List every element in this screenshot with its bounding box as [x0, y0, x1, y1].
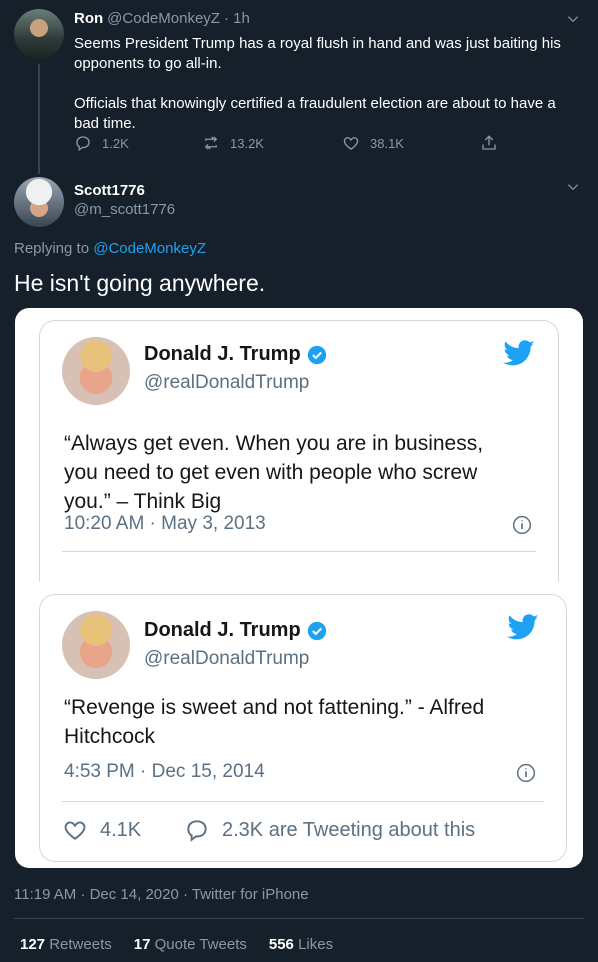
- divider: [14, 918, 584, 919]
- chevron-down-icon[interactable]: [566, 180, 580, 194]
- embedded-author-name: Donald J. Trump: [144, 343, 327, 366]
- reply-button[interactable]: 1.2K: [74, 134, 129, 152]
- embedded-author-handle: @realDonaldTrump: [144, 648, 310, 669]
- replying-to: Replying to @CodeMonkeyZ: [14, 240, 206, 257]
- quote-tweets-link[interactable]: 17 Quote Tweets: [134, 936, 247, 953]
- twitter-bird-icon: [502, 340, 535, 366]
- like-count: 4.1K: [100, 818, 142, 841]
- text-line: opponents to go all-in.: [74, 55, 222, 72]
- retweet-count: 13.2K: [230, 135, 264, 151]
- author-handle[interactable]: @CodeMonkeyZ: [107, 10, 220, 27]
- verified-badge-icon: [307, 621, 326, 640]
- likes-number: 556: [268, 936, 294, 953]
- quotes-label: Quote Tweets: [154, 936, 247, 953]
- embedded-tweet-card: Donald J. Trump @realDonaldTrump “Always…: [39, 320, 559, 582]
- heart-icon: [64, 821, 86, 840]
- avatar[interactable]: [14, 9, 64, 59]
- divider: [62, 801, 544, 802]
- embedded-tweet-text: “Always get even. When you are in busine…: [64, 429, 544, 516]
- embedded-tweet-time: 4:53 PM · Dec 15, 2014: [64, 761, 265, 782]
- share-icon: [482, 135, 496, 150]
- like-count: 38.1K: [370, 135, 404, 151]
- author-name[interactable]: Ron: [74, 10, 103, 27]
- thread-line: [38, 64, 40, 174]
- tweet-timestamp[interactable]: 11:19 AM · Dec 14, 2020 · Twitter for iP…: [14, 886, 309, 903]
- verified-badge-icon: [307, 345, 326, 364]
- avatar[interactable]: [14, 177, 64, 227]
- twitter-bird-icon: [506, 614, 539, 640]
- text-line: “Always get even. When you are in busine…: [64, 432, 484, 455]
- heart-icon: [343, 137, 359, 150]
- reply-icon: [76, 136, 90, 152]
- tweeting-count: 2.3K are Tweeting about this: [222, 818, 476, 841]
- author-handle[interactable]: @m_scott1776: [74, 201, 175, 218]
- avatar: [62, 337, 130, 405]
- info-icon: [512, 515, 532, 535]
- likes-label: Likes: [298, 936, 334, 953]
- text-line: “Revenge is sweet and not fattening.” - …: [64, 696, 485, 719]
- text-line: you need to get even with people who scr…: [64, 461, 478, 484]
- reply-count: 1.2K: [102, 135, 129, 151]
- text-line: Officials that knowingly certified a fra…: [74, 95, 556, 112]
- chevron-down-icon[interactable]: [566, 12, 580, 26]
- embedded-like-stat: 4.1K: [62, 817, 141, 843]
- parent-tweet-text: Seems President Trump has a royal flush …: [74, 34, 574, 134]
- engagement-counts: 127 Retweets 17 Quote Tweets 556 Likes: [20, 936, 333, 953]
- avatar: [62, 611, 130, 679]
- name-text: Donald J. Trump: [144, 343, 301, 365]
- info-icon: [516, 763, 536, 783]
- tweet-text: He isn't going anywhere.: [14, 270, 266, 296]
- embedded-tweet-card: Donald J. Trump @realDonaldTrump “Reveng…: [39, 594, 567, 862]
- embedded-tweet-text: “Revenge is sweet and not fattening.” - …: [64, 693, 554, 751]
- retweets-count-link[interactable]: 127 Retweets: [20, 936, 112, 953]
- embedded-author-name: Donald J. Trump: [144, 619, 327, 642]
- parent-tweet-header: Ron @CodeMonkeyZ · 1h: [74, 10, 250, 27]
- retweet-icon: [204, 136, 218, 150]
- likes-count-link[interactable]: 556 Likes: [269, 936, 333, 953]
- text-line: Seems President Trump has a royal flush …: [74, 35, 561, 52]
- reply-author: Scott1776 @m_scott1776: [74, 182, 175, 218]
- divider: [62, 551, 536, 552]
- text-line: bad time.: [74, 115, 136, 132]
- embedded-tweeting-stat: 2.3K are Tweeting about this: [184, 817, 475, 843]
- replying-label: Replying to: [14, 240, 90, 257]
- comment-icon: [187, 820, 207, 842]
- name-text: Donald J. Trump: [144, 619, 301, 641]
- replying-to-link[interactable]: @CodeMonkeyZ: [93, 240, 206, 257]
- tweet-actions: 1.2K 13.2K 38.1K: [74, 134, 514, 158]
- text-line: Hitchcock: [64, 725, 156, 748]
- embedded-author-handle: @realDonaldTrump: [144, 372, 310, 393]
- share-button[interactable]: [480, 134, 498, 152]
- like-button[interactable]: 38.1K: [342, 134, 404, 152]
- retweets-label: Retweets: [49, 936, 112, 953]
- embedded-tweet-time: 10:20 AM · May 3, 2013: [64, 513, 266, 534]
- tweet-image[interactable]: Donald J. Trump @realDonaldTrump “Always…: [15, 308, 583, 868]
- tweet-time[interactable]: · 1h: [224, 10, 250, 27]
- quotes-number: 17: [133, 936, 151, 953]
- retweet-button[interactable]: 13.2K: [202, 134, 264, 152]
- retweets-number: 127: [20, 936, 46, 953]
- text-line: you.” – Think Big: [64, 490, 222, 513]
- author-name[interactable]: Scott1776: [74, 182, 175, 199]
